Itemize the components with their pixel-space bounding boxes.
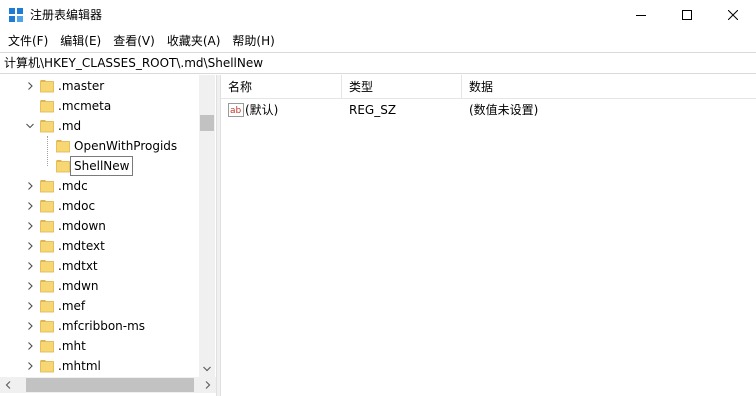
tree-item-label: .mht — [58, 339, 86, 353]
tree-item-label: .md — [58, 119, 82, 133]
folder-icon — [40, 340, 54, 353]
tree-item-label: .mef — [58, 299, 86, 313]
maximize-icon — [682, 10, 692, 20]
tree-item-label: .master — [58, 79, 105, 93]
scroll-down-button[interactable] — [199, 361, 215, 377]
chevron-left-icon — [5, 381, 11, 389]
tree-item-label: .mfcribbon-ms — [58, 319, 146, 333]
chevron-down-icon[interactable] — [24, 120, 36, 132]
tree-item[interactable]: .md — [0, 116, 200, 136]
chevron-right-icon[interactable] — [24, 320, 36, 332]
folder-icon — [40, 360, 54, 373]
minimize-button[interactable] — [618, 0, 664, 30]
tree-item[interactable]: .mdtext — [0, 236, 200, 256]
chevron-right-icon[interactable] — [24, 280, 36, 292]
window-title: 注册表编辑器 — [30, 8, 103, 22]
chevron-right-icon[interactable] — [24, 80, 36, 92]
folder-icon — [56, 140, 70, 153]
tree-item[interactable]: ShellNew — [0, 156, 200, 176]
tree-item-label: .mdown — [58, 219, 106, 233]
tree-item[interactable]: .mcmeta — [0, 96, 200, 116]
tree-item[interactable]: .mdtxt — [0, 256, 200, 276]
folder-icon — [40, 180, 54, 193]
tree-item-label: .mdc — [58, 179, 88, 193]
folder-icon — [40, 260, 54, 273]
tree-item[interactable]: .mef — [0, 296, 200, 316]
tree-item[interactable]: .mht — [0, 336, 200, 356]
chevron-right-icon[interactable] — [24, 340, 36, 352]
tree-item[interactable]: .mdwn — [0, 276, 200, 296]
tree-item[interactable]: .mdown — [0, 216, 200, 236]
tree-item[interactable]: .mdoc — [0, 196, 200, 216]
chevron-right-icon[interactable] — [24, 300, 36, 312]
tree-item-label: .mdtxt — [58, 259, 98, 273]
value-data: (数值未设置) — [469, 103, 539, 117]
column-header-type[interactable]: 类型 — [342, 75, 462, 99]
tree-item-label: .mdtext — [58, 239, 105, 253]
tree-item-label: ShellNew — [70, 156, 134, 176]
string-value-icon: ab — [228, 103, 244, 117]
folder-icon — [40, 300, 54, 313]
tree-item-label: .mhtml — [58, 359, 101, 373]
folder-icon — [40, 280, 54, 293]
folder-icon — [40, 80, 54, 93]
menu-help[interactable]: 帮助(H) — [226, 31, 280, 51]
folder-icon — [40, 320, 54, 333]
column-header-name[interactable]: 名称 — [221, 75, 342, 99]
svg-text:ab: ab — [230, 106, 242, 116]
value-list[interactable]: 名称 类型 数据 ab (默认) REG_SZ (数值未设置) — [221, 75, 756, 396]
address-bar[interactable]: 计算机\HKEY_CLASSES_ROOT\.md\ShellNew — [0, 52, 756, 74]
value-name: (默认) — [245, 103, 279, 117]
tree-vertical-scroll-thumb[interactable] — [200, 115, 214, 131]
tree-item[interactable]: OpenWithProgids — [0, 136, 200, 156]
folder-icon — [40, 100, 54, 113]
folder-icon — [40, 120, 54, 133]
tree-item-label: .mdoc — [58, 199, 96, 213]
chevron-right-icon — [205, 381, 211, 389]
folder-icon — [40, 240, 54, 253]
tree-guide-line — [47, 136, 48, 166]
chevron-right-icon[interactable] — [24, 200, 36, 212]
scroll-left-button[interactable] — [0, 377, 16, 393]
folder-icon — [40, 220, 54, 233]
tree-item-label: OpenWithProgids — [74, 139, 178, 153]
chevron-right-icon[interactable] — [24, 360, 36, 372]
close-icon — [728, 10, 738, 20]
menu-bar: 文件(F) 编辑(E) 查看(V) 收藏夹(A) 帮助(H) — [0, 30, 756, 52]
tree-horizontal-scroll-thumb[interactable] — [26, 378, 194, 392]
chevron-right-icon[interactable] — [24, 260, 36, 272]
tree-item[interactable]: .master — [0, 76, 200, 96]
folder-icon — [56, 160, 70, 173]
menu-file[interactable]: 文件(F) — [2, 31, 54, 51]
tree-item[interactable]: .mfcribbon-ms — [0, 316, 200, 336]
menu-edit[interactable]: 编辑(E) — [54, 31, 107, 51]
title-bar[interactable]: 注册表编辑器 — [0, 0, 756, 30]
value-type: REG_SZ — [349, 103, 397, 117]
key-tree[interactable]: .master .mcmeta .md OpenWithProgids ShellNew… — [0, 75, 216, 396]
tree-vertical-scrollbar[interactable] — [199, 75, 215, 377]
regedit-icon — [9, 8, 23, 22]
folder-icon — [40, 200, 54, 213]
tree-item-label: .mdwn — [58, 279, 99, 293]
close-button[interactable] — [710, 0, 756, 30]
tree-item[interactable]: .mdc — [0, 176, 200, 196]
minimize-icon — [636, 15, 646, 16]
address-path[interactable]: 计算机\HKEY_CLASSES_ROOT\.md\ShellNew — [4, 56, 263, 70]
tree-horizontal-scrollbar[interactable] — [0, 377, 216, 393]
scroll-right-button[interactable] — [200, 377, 216, 393]
tree-item-label: .mcmeta — [58, 99, 112, 113]
list-header: 名称 类型 数据 — [221, 75, 756, 99]
column-header-data[interactable]: 数据 — [462, 75, 756, 99]
maximize-button[interactable] — [664, 0, 710, 30]
list-item[interactable]: ab (默认) REG_SZ (数值未设置) — [221, 100, 756, 120]
chevron-right-icon[interactable] — [24, 180, 36, 192]
chevron-down-icon — [203, 366, 211, 372]
chevron-right-icon[interactable] — [24, 220, 36, 232]
menu-view[interactable]: 查看(V) — [107, 31, 161, 51]
menu-favorites[interactable]: 收藏夹(A) — [161, 31, 227, 51]
tree-item[interactable]: .mhtml — [0, 356, 200, 376]
chevron-right-icon[interactable] — [24, 240, 36, 252]
